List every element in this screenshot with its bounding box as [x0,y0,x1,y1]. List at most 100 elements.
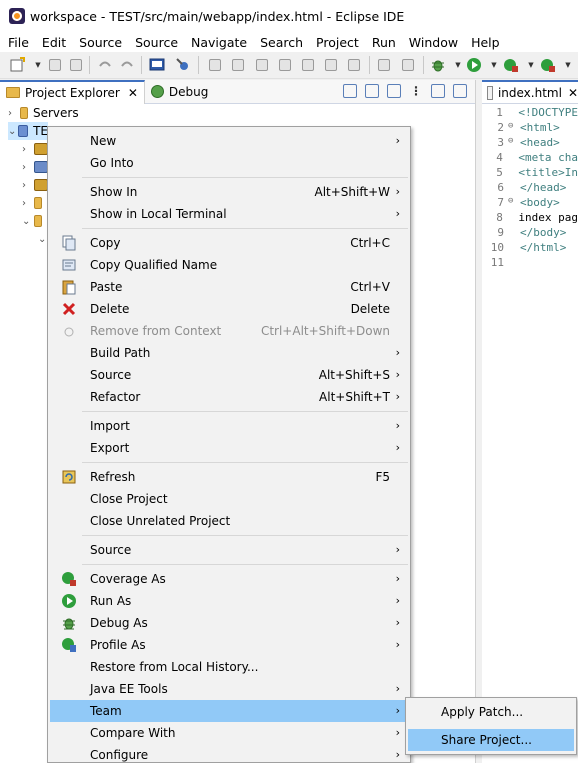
chevron-right-icon[interactable]: › [22,180,32,191]
tree-item-child[interactable]: ⌄ [22,212,47,230]
view-menu-icon[interactable]: ⋮ [409,84,423,98]
terminate-icon[interactable] [254,57,270,73]
tab-debug[interactable]: Debug [145,80,214,104]
new-dropdown-icon[interactable]: ▼ [30,57,46,73]
code-line[interactable]: 2 ⊖ <html> [482,121,578,136]
menu-item-go-into[interactable]: Go Into [50,152,408,174]
menu-item-paste[interactable]: Paste Ctrl+V [50,276,408,298]
close-icon[interactable]: ✕ [128,86,138,100]
resume-icon[interactable] [207,57,223,73]
tab-editor-index[interactable]: index.html ✕ [482,80,578,104]
menu-item-source[interactable]: Source Alt+Shift+S › [50,364,408,386]
fold-toggle-icon[interactable] [507,106,515,121]
code-line[interactable]: 5 <title>In [482,166,578,181]
suspend-icon[interactable] [230,57,246,73]
tab-project-explorer[interactable]: Project Explorer ✕ [0,79,145,104]
undo-icon[interactable] [97,57,113,73]
fold-toggle-icon[interactable] [507,151,515,166]
collapse-all-icon[interactable] [343,84,357,98]
menu-edit[interactable]: Edit [35,35,72,50]
save-icon[interactable] [47,57,63,73]
menu-item-source-2[interactable]: Source › [50,539,408,561]
code-line[interactable]: 1 <!DOCTYPE [482,106,578,121]
external-tools-dropdown-icon[interactable]: ▼ [560,57,576,73]
menu-file[interactable]: File [0,35,35,50]
code-line[interactable]: 8 index pag [482,211,578,226]
toggle-mark-icon[interactable] [376,57,392,73]
code-line[interactable]: 9 </body> [482,226,578,241]
chevron-right-icon[interactable]: › [8,108,18,119]
menu-item-debug-as[interactable]: Debug As › [50,612,408,634]
link-with-editor-icon[interactable] [365,84,379,98]
code-line[interactable]: 3 ⊖ <head> [482,136,578,151]
menu-run[interactable]: Run [365,35,402,50]
fold-toggle-icon[interactable] [507,166,515,181]
menu-item-copy-qualified-name[interactable]: Copy Qualified Name [50,254,408,276]
menu-item-show-in[interactable]: Show In Alt+Shift+W › [50,181,408,203]
menu-window[interactable]: Window [402,35,464,50]
fold-toggle-icon[interactable]: ⊖ [508,121,516,136]
menu-help[interactable]: Help [464,35,506,50]
chevron-right-icon[interactable]: › [22,162,32,173]
menu-item-run-as[interactable]: Run As › [50,590,408,612]
chevron-right-icon[interactable]: › [22,144,32,155]
debug-dropdown-icon[interactable]: ▼ [450,57,466,73]
save-all-icon[interactable] [68,57,84,73]
menu-search[interactable]: Search [253,35,309,50]
chevron-right-icon[interactable]: › [22,198,32,209]
terminal-icon[interactable] [149,57,165,73]
menu-item-export[interactable]: Export › [50,437,408,459]
menu-item-java-ee-tools[interactable]: Java EE Tools › [50,678,408,700]
menu-item-share-project[interactable]: Share Project... [408,729,574,751]
run-icon[interactable] [466,57,482,73]
menu-item-refresh[interactable]: Refresh F5 [50,466,408,488]
coverage-icon[interactable] [503,57,519,73]
redo-icon[interactable] [119,57,135,73]
menu-item-coverage-as[interactable]: Coverage As › [50,568,408,590]
menu-item-restore-local-history[interactable]: Restore from Local History... [50,656,408,678]
fold-toggle-icon[interactable] [508,241,516,256]
code-line[interactable]: 4 <meta cha [482,151,578,166]
fold-toggle-icon[interactable] [508,256,516,271]
fold-toggle-icon[interactable] [508,181,516,196]
menu-source-2[interactable]: Source [128,35,184,50]
tree-item-child[interactable]: › [22,194,47,212]
menu-item-close-unrelated-project[interactable]: Close Unrelated Project [50,510,408,532]
debug-connect-icon[interactable] [175,57,191,73]
toggle-block-icon[interactable] [400,57,416,73]
code-editor[interactable]: 1 <!DOCTYPE 2 ⊖ <html> 3 ⊖ <head> 4 <meta cha 5 <ti… [482,106,578,271]
menu-item-import[interactable]: Import › [50,415,408,437]
code-line[interactable]: 10 </html> [482,241,578,256]
step-over-icon[interactable] [323,57,339,73]
step-into-icon[interactable] [300,57,316,73]
menu-source[interactable]: Source [72,35,128,50]
filter-icon[interactable] [387,84,401,98]
new-wizard-icon[interactable] [9,57,25,73]
minimize-icon[interactable] [431,84,445,98]
debug-run-icon[interactable] [430,57,446,73]
menu-item-team[interactable]: Team › [50,700,408,722]
menu-item-refactor[interactable]: Refactor Alt+Shift+T › [50,386,408,408]
step-return-icon[interactable] [346,57,362,73]
code-line[interactable]: 6 </head> [482,181,578,196]
menu-item-close-project[interactable]: Close Project [50,488,408,510]
code-line[interactable]: 7 ⊖ <body> [482,196,578,211]
maximize-icon[interactable] [453,84,467,98]
close-icon[interactable]: ✕ [568,86,578,100]
menu-item-show-in-terminal[interactable]: Show in Local Terminal › [50,203,408,225]
menu-item-compare-with[interactable]: Compare With › [50,722,408,744]
menu-item-new[interactable]: New › [50,130,408,152]
menu-item-apply-patch[interactable]: Apply Patch... [408,701,574,723]
chevron-down-icon[interactable]: ⌄ [22,216,32,227]
fold-toggle-icon[interactable]: ⊖ [508,136,516,151]
menu-navigate[interactable]: Navigate [184,35,253,50]
tree-item-servers[interactable]: › Servers [8,104,79,122]
menu-item-build-path[interactable]: Build Path › [50,342,408,364]
fold-toggle-icon[interactable] [508,226,516,241]
menu-item-profile-as[interactable]: Profile As › [50,634,408,656]
coverage-dropdown-icon[interactable]: ▼ [523,57,539,73]
external-tools-icon[interactable] [540,57,556,73]
run-dropdown-icon[interactable]: ▼ [486,57,502,73]
fold-toggle-icon[interactable] [507,211,515,226]
menu-item-configure[interactable]: Configure › [50,744,408,763]
